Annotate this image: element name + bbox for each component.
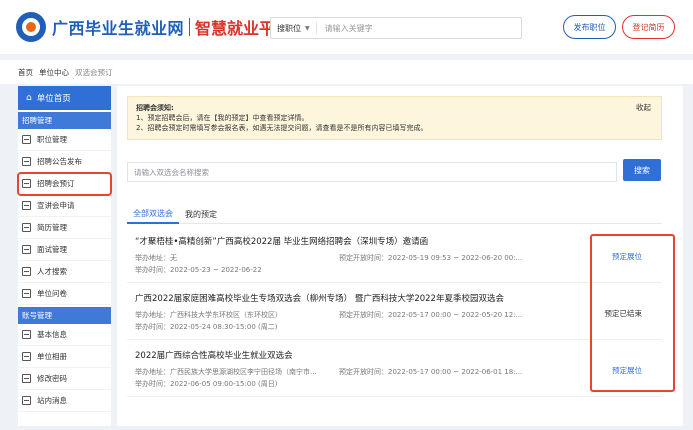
sidebar-item-label: 修改密码	[37, 374, 67, 383]
fair-title[interactable]: 2022届广西综合性高校毕业生就业双选会	[135, 349, 293, 361]
sidebar: ⌂ 单位首页 招聘管理 职位管理 招聘公告发布 招聘会预订 宣讲会申请 简历管理…	[17, 86, 112, 426]
sidebar-item-announcement[interactable]: 招聘公告发布	[18, 151, 111, 173]
tab-all-fairs[interactable]: 全部双选会	[127, 204, 179, 224]
document-icon	[22, 201, 31, 210]
search-type-select[interactable]: 搜职位 ▼	[271, 22, 317, 34]
list-icon	[22, 374, 31, 383]
top-header: 广西毕业生就业网 智慧就业平台 搜职位 ▼ 发布职位 登记简历	[0, 0, 693, 54]
logo-emblem-icon	[16, 12, 46, 42]
sidebar-item-presentation[interactable]: 宣讲会申请	[18, 195, 111, 217]
fair-row: 广西2022届家庭困难高校毕业生专场双选会（柳州专场） 暨广西科技大学2022年…	[127, 283, 662, 340]
fair-search-input[interactable]	[127, 162, 617, 182]
sidebar-item-label: 简历管理	[37, 223, 67, 232]
sidebar-item-label: 基本信息	[37, 330, 67, 339]
brand-name: 广西毕业生就业网	[52, 19, 185, 38]
list-icon	[22, 223, 31, 232]
sidebar-item-resume[interactable]: 简历管理	[18, 217, 111, 239]
fair-time: 举办时间：2022-05-23 ~ 2022-06-22	[135, 266, 262, 274]
sidebar-item-password[interactable]: 修改密码	[18, 368, 111, 390]
sidebar-item-album[interactable]: 单位相册	[18, 346, 111, 368]
fair-tabs: 全部双选会 我的预定	[127, 204, 662, 224]
sidebar-group-recruitment: 招聘管理	[18, 112, 111, 129]
fair-time: 举办时间：2022-05-24 08:30-15:00 (周二)	[135, 323, 278, 331]
sidebar-item-talent-search[interactable]: 人才搜索	[18, 261, 111, 283]
home-icon: ⌂	[26, 93, 32, 103]
logo-divider	[189, 18, 191, 36]
sidebar-item-survey[interactable]: 单位问卷	[18, 283, 111, 305]
breadcrumb-home[interactable]: 首页	[18, 67, 33, 78]
register-resume-button[interactable]: 登记简历	[622, 15, 675, 39]
main-content: 招聘会须知: 1、预定招聘会后，请在【我的预定】中查看预定详情。 2、招聘会预定…	[117, 86, 683, 426]
breadcrumb-current: 双选会预订	[75, 67, 113, 77]
fair-address: 举办地址：无	[135, 254, 177, 262]
booking-closed-status: 预定已结束	[604, 309, 643, 318]
sidebar-item-basic-info[interactable]: 基本信息	[18, 324, 111, 346]
fair-booking-window: 预定开放时间：2022-05-17 00:00 ~ 2022-05-20 12:…	[339, 311, 523, 319]
document-icon	[22, 157, 31, 166]
fair-list: “才聚梧桂•高精创新”广西高校2022届 毕业生网络招聘会（深圳专场）邀请函 举…	[127, 226, 662, 397]
post-job-button[interactable]: 发布职位	[563, 15, 616, 39]
search-type-label: 搜职位	[277, 23, 301, 33]
breadcrumb: 首页 单位中心 双选会预订	[0, 60, 693, 84]
sidebar-group-account: 账号管理	[18, 307, 111, 324]
notice-line-1: 1、预定招聘会后，请在【我的预定】中查看预定详情。	[136, 114, 309, 122]
sidebar-item-label: 宣讲会申请	[37, 201, 75, 210]
fair-title[interactable]: “才聚梧桂•高精创新”广西高校2022届 毕业生网络招聘会（深圳专场）邀请函	[135, 235, 428, 247]
tab-my-bookings[interactable]: 我的预定	[179, 204, 223, 224]
fair-booking-window: 预定开放时间：2022-05-17 00:00 ~ 2022-06-01 18:…	[339, 368, 523, 376]
document-icon	[22, 396, 31, 405]
sidebar-item-label: 职位管理	[37, 135, 67, 144]
fair-search-button[interactable]: 搜索	[623, 159, 661, 181]
fair-booking-window: 预定开放时间：2022-05-19 09:53 ~ 2022-06-20 00:…	[339, 254, 523, 262]
sidebar-item-label: 单位问卷	[37, 289, 67, 298]
sidebar-home-label: 单位首页	[36, 94, 71, 104]
sidebar-item-messages[interactable]: 站内消息	[18, 390, 111, 412]
sidebar-item-label: 面试管理	[37, 245, 67, 254]
chevron-down-icon: ▼	[305, 24, 310, 32]
fair-row: 2022届广西综合性高校毕业生就业双选会 举办地址：广西民族大学思源湖校区李宁田…	[127, 340, 662, 397]
sidebar-item-label: 站内消息	[37, 396, 67, 405]
list-icon	[22, 330, 31, 339]
sidebar-item-interview[interactable]: 面试管理	[18, 239, 111, 261]
book-booth-button[interactable]: 预定展位	[612, 251, 642, 262]
sidebar-item-label: 单位相册	[37, 352, 67, 361]
fair-address: 举办地址：广西科技大学东环校区（东环校区）	[135, 311, 282, 319]
sidebar-item-unit-home[interactable]: ⌂ 单位首页	[18, 86, 111, 110]
fair-row: “才聚梧桂•高精创新”广西高校2022届 毕业生网络招聘会（深圳专场）邀请函 举…	[127, 226, 662, 283]
sidebar-item-label: 招聘会预订	[37, 179, 75, 188]
sidebar-item-fair-booking[interactable]: 招聘会预订	[17, 172, 112, 196]
list-icon	[22, 135, 31, 144]
breadcrumb-unit-center[interactable]: 单位中心	[39, 67, 69, 78]
fair-address: 举办地址：广西民族大学思源湖校区李宁田径场（南宁市...	[135, 368, 317, 376]
notice-title: 招聘会须知:	[136, 104, 174, 112]
fair-notice: 招聘会须知: 1、预定招聘会后，请在【我的预定】中查看预定详情。 2、招聘会预定…	[127, 96, 662, 140]
global-search-bar: 搜职位 ▼	[270, 17, 522, 39]
list-icon	[22, 267, 31, 276]
fair-time: 举办时间：2022-06-05 09:00-15:00 (周日)	[135, 380, 278, 388]
global-search-input[interactable]	[316, 23, 521, 33]
image-icon	[22, 352, 31, 361]
notice-line-2: 2、招聘会预定时需填写参会报名表，如遇无法提交问题，请查看是不是所有内容已填写完…	[136, 124, 428, 132]
notice-collapse-button[interactable]: 收起	[636, 103, 651, 113]
sidebar-item-label: 招聘公告发布	[37, 157, 82, 166]
document-icon	[22, 289, 31, 298]
sidebar-item-job-management[interactable]: 职位管理	[18, 129, 111, 151]
sidebar-item-label: 人才搜索	[37, 267, 67, 276]
book-booth-button[interactable]: 预定展位	[612, 365, 642, 376]
calendar-icon	[22, 179, 31, 188]
site-logo[interactable]: 广西毕业生就业网 智慧就业平台	[16, 10, 291, 44]
fair-title[interactable]: 广西2022届家庭困难高校毕业生专场双选会（柳州专场） 暨广西科技大学2022年…	[135, 292, 504, 304]
list-icon	[22, 245, 31, 254]
